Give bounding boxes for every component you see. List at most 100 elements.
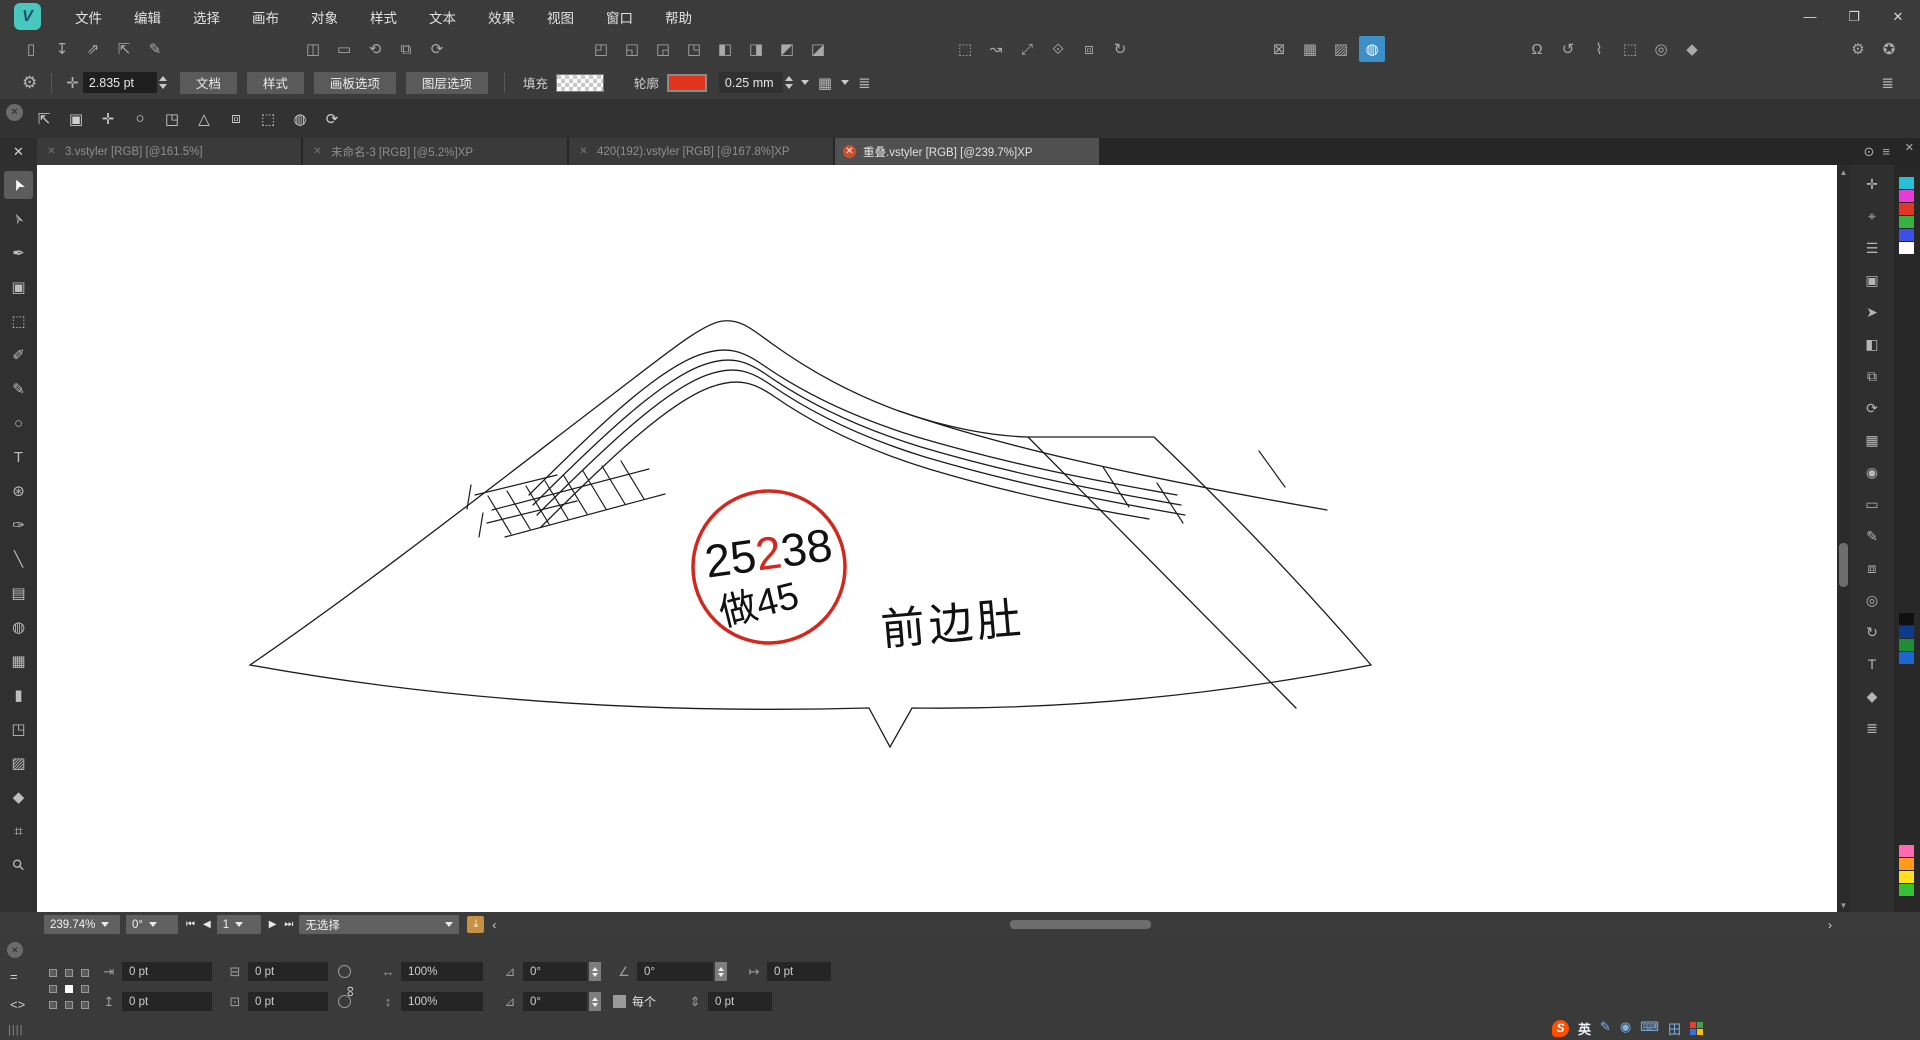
snap-magnet-icon[interactable]: Ω <box>1524 36 1550 62</box>
stroke-pt-field[interactable]: 2.835 pt <box>83 72 157 93</box>
tab-chongdie-vstyler[interactable]: ✕ 重叠.vstyler [RGB] [@239.7%]XP <box>835 138 1099 165</box>
restore-button[interactable]: ❐ <box>1832 0 1876 33</box>
pen-tool[interactable]: ✎ <box>4 375 33 403</box>
artboard-tool[interactable]: ▣ <box>4 273 33 301</box>
swatch[interactable] <box>1899 626 1914 638</box>
selection-tool[interactable]: ➤ <box>4 171 33 199</box>
bounding-box-icon[interactable]: ⬚ <box>255 106 281 132</box>
swatch[interactable] <box>1899 639 1914 651</box>
swatch-panel-icon[interactable]: ◧ <box>1858 331 1886 357</box>
prev-page-button[interactable]: ◀ <box>203 919 211 930</box>
display-panel-icon[interactable]: ▭ <box>1858 491 1886 517</box>
perspective-frame-icon[interactable]: ⬚ <box>1617 36 1643 62</box>
swatch[interactable] <box>1899 229 1914 241</box>
scale-x-field[interactable]: 100% <box>401 962 483 981</box>
scroll-down-icon[interactable]: ▼ <box>1840 898 1848 912</box>
menu-item[interactable]: 帮助 <box>649 0 708 33</box>
panel-close-icon[interactable]: ✕ <box>7 942 23 958</box>
knife-tool[interactable]: ✒ <box>4 239 33 267</box>
precision-icon[interactable]: ⌖ <box>1858 203 1886 229</box>
radio-circle[interactable] <box>338 965 351 978</box>
tabbar-close-icon[interactable]: ✕ <box>0 138 37 165</box>
rotate-panel-icon[interactable]: ↻ <box>1858 619 1886 645</box>
intersect-icon[interactable]: ◲ <box>650 36 676 62</box>
style-button[interactable]: 样式 <box>247 72 304 94</box>
skew-x-spinner[interactable] <box>589 962 601 981</box>
close-button[interactable]: ✕ <box>1876 0 1920 33</box>
download-state-button[interactable]: ⤓ <box>467 916 484 933</box>
dock-target-icon[interactable]: ⊙ <box>1864 144 1875 160</box>
duplicate-page-icon[interactable]: ⧉ <box>393 36 419 62</box>
ellipse-tool[interactable]: ○ <box>4 409 33 437</box>
table-tool[interactable]: ▦ <box>4 647 33 675</box>
rotate-field[interactable]: 0° <box>637 962 713 981</box>
pen-panel-icon[interactable]: ✎ <box>1858 523 1886 549</box>
swatch[interactable] <box>1899 652 1914 664</box>
artboard-options-button[interactable]: 画板选项 <box>314 72 396 94</box>
dock-list-icon[interactable]: ≡ <box>1882 144 1890 159</box>
direct-selection-tool[interactable]: ➢ <box>4 205 33 233</box>
open-document-icon[interactable]: ↧ <box>49 36 75 62</box>
swatch[interactable] <box>1899 871 1914 883</box>
vscroll-thumb[interactable] <box>1839 543 1848 587</box>
gradient-tool[interactable]: ▤ <box>4 579 33 607</box>
select-object-icon[interactable]: ⇱ <box>31 106 57 132</box>
options-lines-icon[interactable]: ☰ <box>1858 235 1886 261</box>
stroke-width-spinner[interactable] <box>783 72 796 93</box>
menu-item[interactable]: 画布 <box>236 0 295 33</box>
page-select[interactable]: 1 <box>217 915 261 934</box>
hatch-fill-icon[interactable]: ▨ <box>1328 36 1354 62</box>
shape-knife-icon[interactable]: ◆ <box>1679 36 1705 62</box>
anchor-point-selector[interactable] <box>45 965 93 1013</box>
menu-item[interactable]: 窗口 <box>590 0 649 33</box>
link-transform-icon[interactable]: ⟐ <box>1045 36 1071 62</box>
shape-fill-tool[interactable]: ◍ <box>4 613 33 641</box>
navigator-icon[interactable]: ✛ <box>1858 171 1886 197</box>
document-button[interactable]: 文档 <box>180 72 237 94</box>
blob-select-icon[interactable]: ◍ <box>287 106 313 132</box>
hatch-tool[interactable]: ▨ <box>4 749 33 777</box>
rotate-snap-icon[interactable]: ↺ <box>1555 36 1581 62</box>
flip-page-icon[interactable]: ◫ <box>300 36 326 62</box>
x-position-field[interactable]: 0 pt <box>122 962 212 981</box>
vertical-scrollbar[interactable]: ▲ ▼ <box>1837 165 1850 912</box>
target-icon[interactable]: ◎ <box>1648 36 1674 62</box>
menu-item[interactable]: 文件 <box>59 0 118 33</box>
rotate-copy-icon[interactable]: ↻ <box>1107 36 1133 62</box>
fill-swatch[interactable] <box>556 74 604 92</box>
place-icon[interactable]: ✎ <box>142 36 168 62</box>
extract-shape-icon[interactable]: ⧈ <box>223 106 249 132</box>
rotation-select[interactable]: 0° <box>126 915 178 934</box>
last-page-button[interactable]: ⏭ <box>284 919 293 930</box>
unite-icon[interactable]: ◰ <box>588 36 614 62</box>
each-checkbox[interactable] <box>613 995 626 1008</box>
pattern-fill-icon[interactable]: ▦ <box>1297 36 1323 62</box>
offset-y-field[interactable]: 0 pt <box>708 992 772 1011</box>
merge-icon[interactable]: ◧ <box>712 36 738 62</box>
menu-item[interactable]: 样式 <box>354 0 413 33</box>
sogou-logo-icon[interactable]: S <box>1552 1020 1569 1037</box>
tab-close-icon[interactable]: ✕ <box>311 145 324 158</box>
y-position-field[interactable]: 0 pt <box>122 992 212 1011</box>
ime-skin-grid-icon[interactable] <box>1690 1022 1703 1035</box>
menu-item[interactable]: 效果 <box>472 0 531 33</box>
blend-overlap-icon[interactable]: ◍ <box>1359 36 1385 62</box>
eyedropper-tool[interactable]: ◆ <box>4 783 33 811</box>
skew-x-field[interactable]: 0° <box>523 962 587 981</box>
shape-panel-icon[interactable]: ◆ <box>1858 683 1886 709</box>
stroke-pt-spinner[interactable] <box>157 72 170 93</box>
dot-panel-icon[interactable]: ◉ <box>1858 459 1886 485</box>
swatch[interactable] <box>1899 884 1914 896</box>
tab-untitled-3[interactable]: ✕ 未命名-3 [RGB] [@5.2%]XP <box>303 138 567 165</box>
outline-shape-icon[interactable]: ◩ <box>774 36 800 62</box>
zoom-tool[interactable]: ⚲ <box>4 851 33 879</box>
code-toggle-icon[interactable]: <> <box>10 997 25 1012</box>
swatch[interactable] <box>1899 613 1914 625</box>
transform-frame-icon[interactable]: ▣ <box>1858 267 1886 293</box>
text-panel-icon[interactable]: T <box>1858 651 1886 677</box>
fill-pen-tool[interactable]: ✐ <box>4 341 33 369</box>
export-document-icon[interactable]: ⇗ <box>80 36 106 62</box>
swatch[interactable] <box>1899 858 1914 870</box>
trim-shape-icon[interactable]: ◪ <box>805 36 831 62</box>
ime-keyboard-icon[interactable]: ⌨ <box>1640 1019 1659 1038</box>
